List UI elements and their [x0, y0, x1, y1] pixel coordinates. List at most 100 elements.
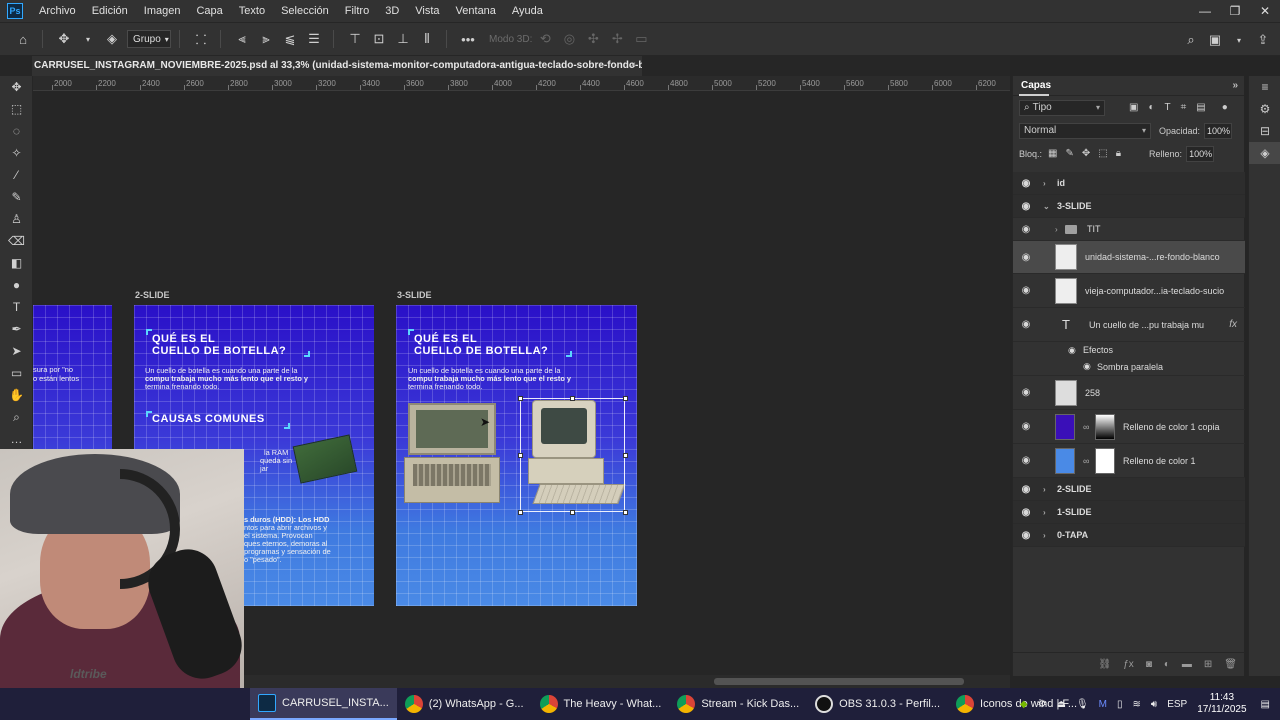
fx-icon[interactable]: fx: [1229, 319, 1237, 330]
adjustments-icon[interactable]: ⊟: [1249, 120, 1280, 142]
mic-icon[interactable]: 🎙︎: [1076, 699, 1089, 710]
panel-menu-icon[interactable]: »: [1232, 80, 1238, 91]
transform-handle[interactable]: [623, 396, 628, 401]
task-stream[interactable]: Stream - Kick Das...: [669, 688, 807, 720]
menu-3d[interactable]: 3D: [377, 0, 407, 22]
lock-position-icon[interactable]: ✥: [1082, 148, 1090, 159]
eye-icon[interactable]: ◉: [1020, 506, 1032, 518]
filter-type-icon[interactable]: T: [1165, 102, 1171, 113]
share-icon[interactable]: ⇪: [1252, 29, 1274, 51]
marquee-tool-icon[interactable]: ⬚: [0, 98, 33, 120]
link-icon[interactable]: ∞: [1083, 422, 1089, 432]
eyedropper-icon[interactable]: ⁄: [0, 164, 33, 186]
lock-artboard-icon[interactable]: ⬚: [1098, 148, 1107, 159]
menu-archivo[interactable]: Archivo: [31, 0, 84, 22]
eye-icon[interactable]: ◉: [1020, 483, 1032, 495]
wifi-icon[interactable]: ≋: [1133, 699, 1141, 710]
filter-shape-icon[interactable]: ⌗: [1181, 102, 1187, 113]
new-group-icon[interactable]: ▬: [1182, 659, 1192, 670]
fill-input[interactable]: 100%: [1186, 145, 1215, 162]
link-icon[interactable]: ∞: [1083, 456, 1089, 466]
eye-icon[interactable]: ◉: [1020, 200, 1032, 212]
menu-texto[interactable]: Texto: [231, 0, 273, 22]
properties-icon[interactable]: ⚙: [1249, 98, 1280, 120]
menu-seleccion[interactable]: Selección: [273, 0, 337, 22]
gradient-tool-icon[interactable]: ◧: [0, 252, 33, 274]
opacity-input[interactable]: 100%: [1204, 122, 1233, 139]
menu-capa[interactable]: Capa: [188, 0, 230, 22]
layer-row-0-tapa[interactable]: ◉ › 0-TAPA: [1013, 524, 1245, 547]
chevron-right-icon[interactable]: ›: [1043, 485, 1046, 494]
eye-icon[interactable]: ◉: [1068, 345, 1076, 356]
filter-adjustment-icon[interactable]: ◐: [1148, 102, 1154, 113]
zoom-tool-icon[interactable]: ⌕: [0, 406, 33, 428]
chevron-down-icon[interactable]: ▾: [77, 28, 99, 50]
align-top-icon[interactable]: ⊤: [344, 28, 366, 50]
pen-tool-icon[interactable]: ✒: [0, 318, 33, 340]
eye-icon[interactable]: ◉: [1020, 387, 1032, 399]
auto-select-icon[interactable]: ◈: [101, 28, 123, 50]
eye-icon[interactable]: ◉: [1020, 421, 1032, 433]
eye-icon[interactable]: ◉: [1020, 251, 1032, 263]
layer-row-effects[interactable]: ◉ Efectos: [1013, 342, 1245, 358]
adjustment-layer-icon[interactable]: ◐: [1164, 659, 1170, 670]
new-layer-icon[interactable]: ⊞: [1204, 659, 1212, 670]
align-left-icon[interactable]: ⫷: [231, 28, 253, 50]
scale-3d-icon[interactable]: ▭: [630, 28, 652, 50]
task-the-heavy[interactable]: The Heavy - What...: [532, 688, 670, 720]
layer-row-258[interactable]: ◉ 258: [1013, 376, 1245, 410]
layer-row-fill-copy[interactable]: ◉ ∞ Relleno de color 1 copia: [1013, 410, 1245, 444]
transform-handle[interactable]: [518, 396, 523, 401]
menu-ventana[interactable]: Ventana: [448, 0, 504, 22]
chevron-down-icon[interactable]: ▾: [1228, 29, 1250, 51]
auto-select-dropdown[interactable]: Grupo ▾: [127, 30, 171, 48]
layer-row-vieja-computadora[interactable]: ◉ vieja-computador...ia-teclado-sucio: [1013, 274, 1245, 308]
security-icon[interactable]: ⚙: [1038, 699, 1047, 710]
add-mask-icon[interactable]: ◙: [1146, 659, 1152, 670]
layer-row-1-slide[interactable]: ◉ › 1-SLIDE: [1013, 501, 1245, 524]
close-icon[interactable]: ✕: [1250, 0, 1280, 22]
layer-row-2-slide[interactable]: ◉ › 2-SLIDE: [1013, 478, 1245, 501]
menu-vista[interactable]: Vista: [407, 0, 447, 22]
align-center-h-icon[interactable]: ⫸: [255, 28, 277, 50]
chevron-right-icon[interactable]: ›: [1055, 225, 1058, 234]
restore-icon[interactable]: ❐: [1220, 0, 1250, 22]
document-tab[interactable]: CARRUSEL_INSTAGRAM_NOVIEMBRE-2025.psd al…: [32, 56, 642, 76]
rectangle-tool-icon[interactable]: ▭: [0, 362, 33, 384]
add-style-icon[interactable]: ƒx: [1123, 659, 1134, 670]
menu-filtro[interactable]: Filtro: [337, 0, 377, 22]
align-right-icon[interactable]: ⫹: [279, 28, 301, 50]
pan-3d-icon[interactable]: ✣: [582, 28, 604, 50]
clock[interactable]: 11:43 17/11/2025: [1197, 692, 1246, 716]
eye-icon[interactable]: ◉: [1020, 223, 1032, 235]
move-tool-icon[interactable]: ✥: [0, 76, 33, 98]
path-selection-icon[interactable]: ➤: [0, 340, 33, 362]
transform-handle[interactable]: [518, 510, 523, 515]
transform-handle[interactable]: [623, 510, 628, 515]
menu-imagen[interactable]: Imagen: [136, 0, 189, 22]
magic-wand-icon[interactable]: ✧: [0, 142, 33, 164]
chevron-right-icon[interactable]: ›: [1043, 508, 1046, 517]
link-layers-icon[interactable]: ⛓: [1099, 659, 1112, 670]
layer-row-tit[interactable]: ◉ › TIT: [1013, 218, 1245, 241]
nvidia-icon[interactable]: ◆: [1020, 699, 1028, 710]
dodge-tool-icon[interactable]: ●: [0, 274, 33, 296]
chevron-right-icon[interactable]: ›: [1043, 179, 1046, 188]
align-bottom-icon[interactable]: ⊥: [392, 28, 414, 50]
filter-pixel-icon[interactable]: ▣: [1129, 102, 1138, 113]
trash-icon[interactable]: 🗑︎: [1224, 659, 1237, 670]
minimize-icon[interactable]: —: [1190, 0, 1220, 22]
layer-row-text[interactable]: ◉ T Un cuello de ...pu trabaja mu fx: [1013, 308, 1245, 342]
home-icon[interactable]: ⌂: [12, 28, 34, 50]
usb-icon[interactable]: ⏏: [1057, 699, 1066, 710]
transform-handle[interactable]: [518, 453, 523, 458]
layer-row-drop-shadow[interactable]: ◉ Sombra paralela: [1013, 358, 1245, 376]
orbit-3d-icon[interactable]: ⟲: [534, 28, 556, 50]
layer-row-fill[interactable]: ◉ ∞ Relleno de color 1: [1013, 444, 1245, 478]
filter-smart-icon[interactable]: ▤: [1196, 102, 1205, 113]
brush-tool-icon[interactable]: ✎: [0, 186, 33, 208]
eye-icon[interactable]: ◉: [1020, 319, 1032, 331]
stamp-tool-icon[interactable]: ♙: [0, 208, 33, 230]
eye-icon[interactable]: ◉: [1020, 529, 1032, 541]
task-obs[interactable]: OBS 31.0.3 - Perfil...: [807, 688, 948, 720]
